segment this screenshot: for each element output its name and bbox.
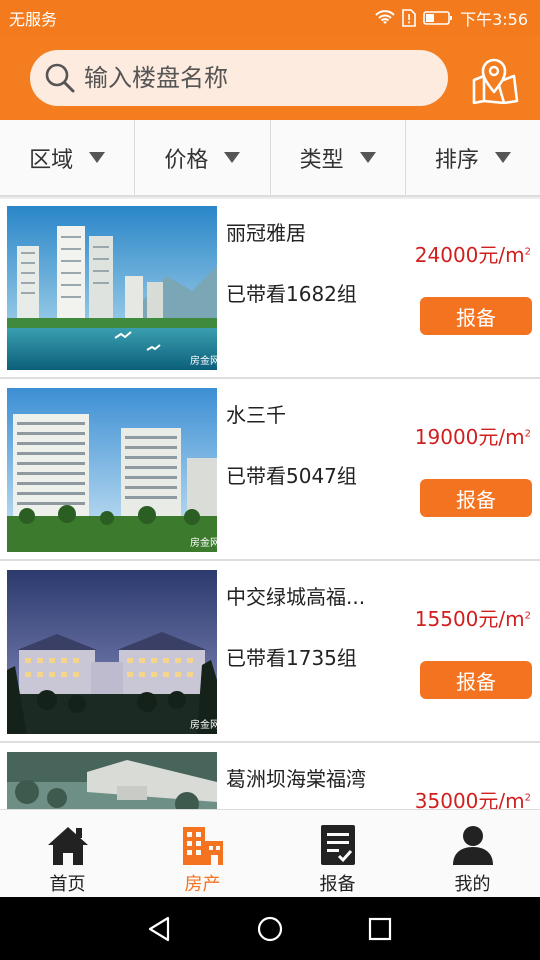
nav-label: 我的 bbox=[454, 874, 491, 895]
report-button[interactable]: 报备 bbox=[420, 297, 532, 335]
property-photo: 房金网 bbox=[7, 752, 217, 809]
caret-down-icon bbox=[359, 152, 376, 163]
map-pin-icon bbox=[472, 58, 519, 105]
building-icon bbox=[181, 823, 225, 867]
status-icons: 下午3:56 bbox=[375, 6, 528, 30]
price-value: 15500元/m bbox=[414, 607, 525, 631]
sim-alert-icon bbox=[402, 9, 416, 27]
nav-label: 首页 bbox=[49, 874, 86, 895]
back-icon[interactable] bbox=[146, 915, 174, 943]
property-photo: 房金网 bbox=[7, 388, 217, 552]
caret-down-icon bbox=[224, 152, 241, 163]
price-value: 19000元/m bbox=[414, 425, 525, 449]
property-item[interactable]: 房金网 中交绿城高福... 已带看1735组 15500元/m2 报备 bbox=[0, 563, 540, 743]
map-location-button[interactable] bbox=[468, 56, 520, 105]
property-price: 19000元/m2 bbox=[415, 421, 531, 450]
filter-label: 价格 bbox=[164, 147, 209, 173]
property-photo: 房金网 bbox=[7, 206, 217, 370]
nav-label: 房产 bbox=[184, 874, 221, 895]
property-photo: 房金网 bbox=[7, 570, 217, 734]
viewed-count: 已带看5047组 bbox=[226, 464, 357, 488]
carrier-text: 无服务 bbox=[9, 10, 58, 29]
filter-region[interactable]: 区域 bbox=[0, 120, 136, 195]
status-bar: 无服务 下午3:56 bbox=[0, 0, 540, 36]
home-circle-icon[interactable] bbox=[256, 915, 284, 943]
profile-icon bbox=[451, 823, 495, 867]
search-input[interactable] bbox=[84, 64, 414, 92]
filter-type[interactable]: 类型 bbox=[271, 120, 406, 195]
search-icon bbox=[45, 63, 75, 93]
price-value: 35000元/m bbox=[414, 789, 525, 809]
filter-label: 区域 bbox=[29, 147, 74, 173]
battery-icon bbox=[423, 11, 453, 25]
report-icon bbox=[316, 823, 360, 867]
price-value: 24000元/m bbox=[414, 243, 525, 267]
report-button[interactable]: 报备 bbox=[420, 479, 532, 517]
filter-label: 排序 bbox=[434, 147, 479, 173]
property-item[interactable]: 房金网 丽冠雅居 已带看1682组 24000元/m2 报备 bbox=[0, 199, 540, 379]
property-price: 24000元/m2 bbox=[415, 239, 531, 268]
property-item[interactable]: 房金网 水三千 已带看5047组 19000元/m2 报备 bbox=[0, 381, 540, 561]
property-price: 35000元/m2 bbox=[415, 785, 531, 809]
search-header bbox=[0, 36, 540, 120]
nav-report[interactable]: 报备 bbox=[270, 810, 405, 897]
watermark-text: 房金网 bbox=[190, 354, 217, 367]
watermark-text: 房金网 bbox=[190, 718, 217, 731]
nav-label: 报备 bbox=[319, 874, 356, 895]
filter-bar: 区域 价格 类型 排序 bbox=[0, 120, 540, 197]
nav-home[interactable]: 首页 bbox=[0, 810, 135, 897]
nav-property[interactable]: 房产 bbox=[135, 810, 270, 897]
property-name: 丽冠雅居 bbox=[226, 221, 306, 245]
viewed-count: 已带看1735组 bbox=[226, 646, 357, 670]
wifi-icon bbox=[375, 10, 395, 24]
caret-down-icon bbox=[494, 152, 511, 163]
property-list[interactable]: 房金网 丽冠雅居 已带看1682组 24000元/m2 报备 房金网 水三千 已… bbox=[0, 199, 540, 809]
property-name: 中交绿城高福... bbox=[226, 585, 366, 609]
price-unit-exponent: 2 bbox=[524, 246, 531, 258]
bottom-nav: 首页 房产 报备 我的 bbox=[0, 809, 540, 897]
home-icon bbox=[46, 823, 90, 867]
nav-mine[interactable]: 我的 bbox=[405, 810, 540, 897]
viewed-count: 已带看1682组 bbox=[226, 282, 357, 306]
property-name: 水三千 bbox=[226, 403, 286, 427]
watermark-text: 房金网 bbox=[190, 536, 217, 549]
time-text: 下午3:56 bbox=[460, 10, 528, 29]
price-unit-exponent: 2 bbox=[524, 610, 531, 622]
property-price: 15500元/m2 bbox=[415, 603, 531, 632]
filter-sort[interactable]: 排序 bbox=[406, 120, 540, 195]
price-unit-exponent: 2 bbox=[524, 792, 531, 804]
property-name: 葛洲坝海棠福湾 bbox=[226, 767, 366, 791]
system-nav-bar bbox=[0, 897, 540, 960]
caret-down-icon bbox=[89, 152, 106, 163]
filter-label: 类型 bbox=[299, 147, 344, 173]
recents-icon[interactable] bbox=[366, 915, 394, 943]
price-unit-exponent: 2 bbox=[524, 428, 531, 440]
search-box[interactable] bbox=[30, 50, 448, 106]
property-item[interactable]: 房金网 葛洲坝海棠福湾 35000元/m2 报备 bbox=[0, 745, 540, 809]
filter-price[interactable]: 价格 bbox=[135, 120, 271, 195]
report-button[interactable]: 报备 bbox=[420, 661, 532, 699]
